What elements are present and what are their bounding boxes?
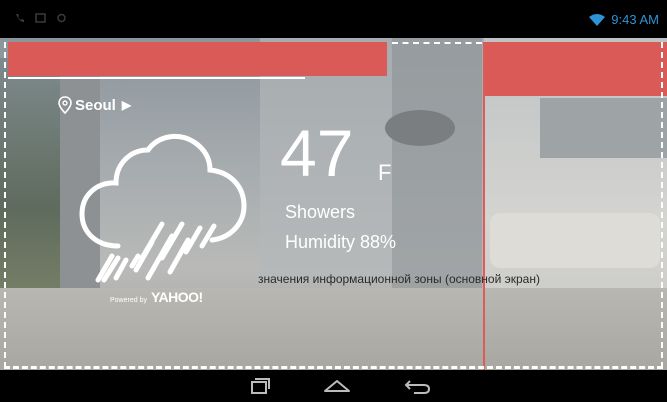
status-bar-right: 9:43 AM xyxy=(589,12,659,27)
settings-icon xyxy=(57,13,66,23)
wifi-icon xyxy=(589,13,606,26)
background-sofa xyxy=(490,213,660,268)
cloud-rain-icon xyxy=(79,133,247,283)
notification-icon xyxy=(35,13,46,23)
location-selector[interactable]: Seoul ▶ xyxy=(58,96,131,114)
annotation-dashed-bottom xyxy=(4,366,663,369)
location-pin-icon xyxy=(58,96,72,114)
status-clock: 9:43 AM xyxy=(611,12,659,27)
temperature-value: 47 xyxy=(280,116,354,190)
call-icon xyxy=(16,14,24,22)
yahoo-logo: YAHOO! xyxy=(150,289,203,305)
weather-condition: Showers xyxy=(285,202,356,222)
recent-apps-icon[interactable] xyxy=(244,376,274,396)
background-floor xyxy=(0,288,667,370)
main-screen: Seoul ▶ Powered by YAHOO! 47 F Showers H… xyxy=(0,38,667,370)
humidity-value: Humidity 88% xyxy=(285,232,397,252)
back-icon[interactable] xyxy=(402,376,432,396)
location-arrow-icon: ▶ xyxy=(121,98,132,112)
powered-by-yahoo: Powered by YAHOO! xyxy=(110,289,203,305)
annotation-red-bar-right xyxy=(484,42,667,96)
status-bar: 9:43 AM xyxy=(0,0,667,38)
annotation-dashed-left xyxy=(4,42,6,368)
home-icon[interactable] xyxy=(322,376,352,396)
temperature-unit: F xyxy=(378,160,392,185)
device-screen: 9:43 AM Seoul ▶ Powered by YAHOO! 47 F S… xyxy=(0,0,667,402)
annotation-red-bar-left xyxy=(8,42,387,76)
annotation-dashed-right xyxy=(661,42,663,368)
powered-by-label: Powered by xyxy=(110,297,147,304)
annotation-caption: значения информационной зоны (основной э… xyxy=(258,272,540,286)
annotation-dashed-top xyxy=(392,42,482,44)
status-bar-left xyxy=(14,13,67,23)
background-right-window xyxy=(540,98,667,158)
annotation-red-divider xyxy=(483,42,485,370)
navigation-bar xyxy=(0,370,667,402)
location-name: Seoul xyxy=(75,96,116,114)
annotation-underline xyxy=(8,77,305,79)
